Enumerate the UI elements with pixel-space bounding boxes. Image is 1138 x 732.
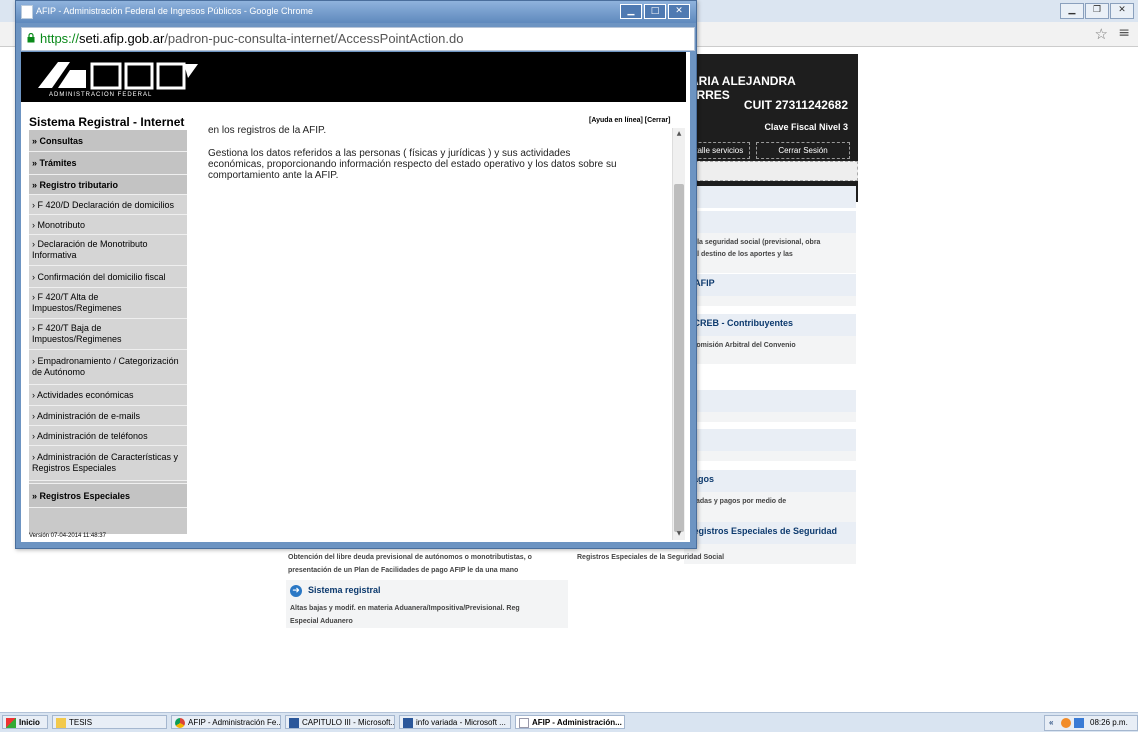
sistema-registral-text: Altas bajas y modif. en materia Aduanera… [290,605,520,625]
sidebar-item-f420t-alta[interactable]: › F 420/T Alta de Impuestos/Regimenes [29,288,187,319]
page-icon [519,718,529,728]
close-icon[interactable]: ✕ [1110,3,1134,19]
taskbar: Inicio TESIS AFIP - Administración Fe...… [0,712,1138,732]
afip-logo [38,62,198,90]
service-box[interactable]: e AFIP [684,274,856,306]
taskbar-item-afip-active[interactable]: AFIP - Administración... [515,715,625,729]
sidebar-item-f420d[interactable]: › F 420/D Declaración de domicilios [29,195,187,215]
version-label: Versión 07-04-2014 11:48:37 [29,533,106,539]
service-box[interactable] [684,429,856,461]
service-box[interactable] [684,390,856,422]
clave-level: Clave Fiscal Nivel 3 [764,122,848,132]
sistema-registral-title[interactable]: Sistema registral [308,585,381,595]
sidebar-item-tramites[interactable]: » Trámites [29,152,187,175]
sistema-registral-box[interactable]: ➜ Sistema registral Altas bajas y modif.… [286,580,568,628]
content-scrollbar[interactable]: ▲ ▼ [672,128,685,540]
close-link[interactable]: [Cerrar] [645,117,671,124]
arrow-right-icon: ➜ [290,585,302,597]
taskbar-item-afip-chrome[interactable]: AFIP - Administración Fe... [171,715,281,729]
popup-titlebar[interactable]: AFIP - Administración Federal de Ingreso… [16,1,696,23]
registros-especiales-text: Registros Especiales de la Seguridad Soc… [577,554,725,561]
start-button[interactable]: Inicio [2,715,48,729]
background-strip [680,161,858,181]
system-tray: « 08:26 p.m. [1044,715,1138,731]
minimize-icon[interactable]: ▁ [1060,3,1084,19]
folder-icon [56,718,66,728]
lock-icon [27,33,35,43]
service-box[interactable]: en la seguridad social (previsional, obr… [684,211,856,273]
popup-window-controls: ▁ □ ✕ [620,4,690,19]
sidebar-item-declaracion-monotributo[interactable]: › Declaración de Monotributo Informativa [29,235,187,266]
taskbar-item-tesis[interactable]: TESIS [52,715,167,729]
sidebar-item-actividades[interactable]: › Actividades económicas [29,385,187,406]
top-links: [Ayuda en línea] [Cerrar] [589,117,670,124]
maximize-icon[interactable]: ❐ [1085,3,1109,19]
menu-icon[interactable]: ≡ [1118,25,1130,41]
sidebar-item-caracteristicas[interactable]: › Administración de Características y Re… [29,446,187,481]
word-icon [403,718,413,728]
scroll-thumb[interactable] [674,184,684,532]
taskbar-item-info[interactable]: info variada - Microsoft ... [399,715,511,729]
background-window-controls: ▁ ❐ ✕ [1060,3,1134,19]
close-icon[interactable]: ✕ [668,4,690,19]
sidebar-item-confirmacion-domicilio[interactable]: › Confirmación del domicilio fiscal [29,266,187,288]
popup-window: AFIP - Administración Federal de Ingreso… [15,0,697,549]
user-cuit: CUIT 27311242682 [743,98,848,112]
sidebar-item-emails[interactable]: › Administración de e-mails [29,406,187,426]
afip-header: ADMINISTRACION FEDERAL [21,52,686,102]
popup-title: AFIP - Administración Federal de Ingreso… [36,6,313,16]
sidebar-item-consultas[interactable]: » Consultas [29,130,187,152]
taskbar-item-capitulo[interactable]: CAPITULO III - Microsoft... [285,715,395,729]
libre-deuda-text: Obtención del libre deuda previsional de… [288,554,532,574]
bookmark-star-icon[interactable]: ☆ [1095,25,1108,43]
sidebar-item-telefonos[interactable]: › Administración de teléfonos [29,426,187,446]
sidebar-item-f420t-baja[interactable]: › F 420/T Baja de Impuestos/Regimenes [29,319,187,350]
popup-body: ADMINISTRACION FEDERAL Sistema Registral… [21,52,690,542]
afip-subtitle: ADMINISTRACION FEDERAL [49,92,153,98]
windows-icon [6,718,16,728]
scroll-up-icon[interactable]: ▲ [673,130,685,140]
sidebar-item-monotributo[interactable]: › Monotributo [29,215,187,235]
network-icon[interactable] [1074,718,1084,728]
sidebar-item-registros-especiales[interactable]: » Registros Especiales [29,484,187,508]
logout-button[interactable]: Cerrar Sesión [756,142,850,159]
chrome-icon [175,718,185,728]
clock[interactable]: 08:26 p.m. [1090,716,1128,730]
sidebar-item-empadronamiento[interactable]: › Empadronamiento / Categorización de Au… [29,350,187,385]
service-box[interactable]: RCREB - Contribuyentes - Comisión Arbitr… [684,314,856,364]
popup-address-bar[interactable]: https://seti.afip.gob.ar/padron-puc-cons… [21,27,695,51]
scroll-down-icon[interactable]: ▼ [673,530,685,540]
page-icon [21,5,33,19]
content-line: en los registros de la AFIP. [208,125,327,136]
word-icon [289,718,299,728]
sidebar-item-registro-tributario[interactable]: » Registro tributario [29,175,187,195]
content-area: en los registros de la AFIP. Gestiona lo… [208,125,663,181]
tray-expand-icon[interactable]: « [1049,716,1053,730]
sidebar-menu: » Consultas » Trámites » Registro tribut… [29,130,187,534]
minimize-icon[interactable]: ▁ [620,4,642,19]
url-text: https://seti.afip.gob.ar/padron-puc-cons… [40,31,464,46]
system-title: Sistema Registral - Internet [29,115,185,129]
maximize-icon[interactable]: □ [644,4,666,19]
service-box[interactable] [684,186,856,208]
help-link[interactable]: [Ayuda en línea] [589,117,643,124]
tray-app-icon[interactable] [1061,718,1071,728]
content-paragraph: Gestiona los datos referidos a las perso… [208,148,617,181]
